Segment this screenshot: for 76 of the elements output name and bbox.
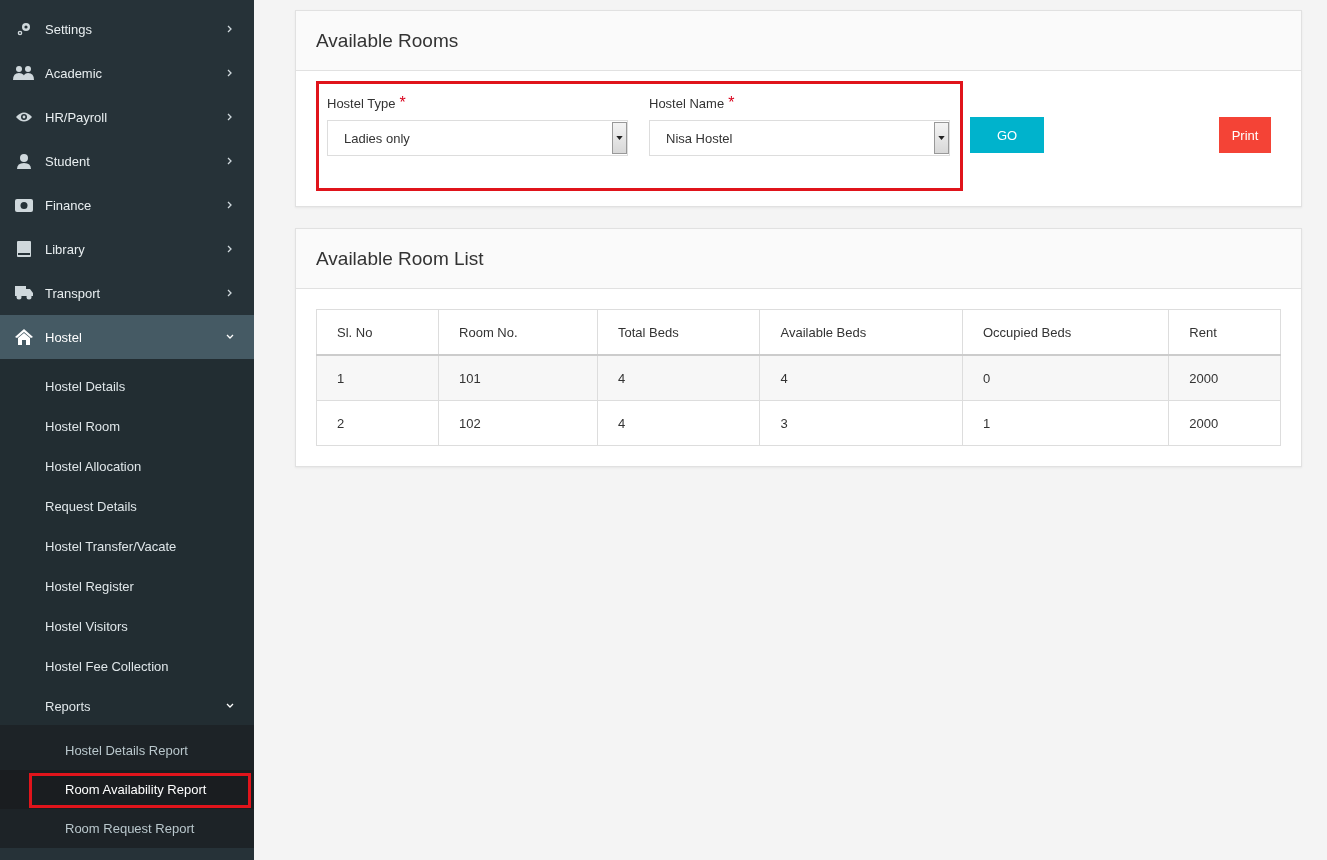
menu-label: Finance [45,197,93,213]
table-cell: 4 [597,400,760,446]
menu-label: Academic [45,65,104,81]
menu-label: Hostel Visitors [45,618,129,634]
table-cell: 4 [597,355,760,401]
menu-label: Reports [45,698,92,714]
table-cell: 0 [962,355,1169,401]
submenu-item[interactable]: Hostel Room [0,406,254,446]
chevron-right-icon [226,289,234,297]
menu-label: Hostel Allocation [45,458,143,474]
chevron-right-icon [226,245,234,253]
sidebar-item[interactable]: Transport [0,271,254,315]
table-cell: 2000 [1168,400,1281,446]
chevron-right-icon [226,69,234,77]
table-cell: 101 [438,355,598,401]
report-link[interactable]: Hostel Details Report [0,731,254,770]
menu-label: Hostel Details [45,378,127,394]
submenu-item[interactable]: Hostel Transfer/Vacate [0,526,254,566]
truck-icon [13,286,35,300]
menu-label: Transport [45,285,102,301]
sidebar-item[interactable]: Library [0,227,254,271]
report-link[interactable]: Room Availability Report [0,770,254,809]
home-icon [13,329,35,345]
sidebar-item[interactable]: Hostel [0,315,254,359]
menu-label: Library [45,241,86,257]
table-cell: 102 [438,400,598,446]
dropdown-arrow-icon [616,136,623,140]
menu-label: Room Request Report [65,821,195,836]
sidebar-item[interactable]: HR/Payroll [0,95,254,139]
menu-label: HR/Payroll [45,109,109,125]
table-cell: 1 [962,400,1169,446]
required-mark: * [728,94,735,112]
menu-label: Request Details [45,498,138,514]
print-button[interactable]: Print [1219,117,1271,153]
table-cell: 1 [316,355,439,401]
chevron-down-icon [226,333,234,341]
chevron-right-icon [226,25,234,33]
chevron-right-icon [226,157,234,165]
submenu-item[interactable]: Hostel Details [0,366,254,406]
dropdown[interactable]: Ladies only [327,120,628,156]
table-cell: 3 [760,400,963,446]
table-cell: 2000 [1168,355,1281,401]
menu-label: Hostel Room [45,418,122,434]
chevron-down-icon [226,702,234,710]
menu-label: Hostel Fee Collection [45,658,170,674]
dropdown-arrow-icon [938,136,945,140]
cash-icon [13,198,35,212]
chevron-right-icon [226,201,234,209]
table-cell: 4 [760,355,963,401]
submenu-item[interactable]: Request Details [0,486,254,526]
dropdown[interactable]: Nisa Hostel [649,120,950,156]
people-icon [13,65,35,81]
menu-label: Hostel [45,329,83,345]
card-title: Available Rooms [316,29,459,52]
field-label: Hostel Type [327,96,396,111]
sidebar-item[interactable]: Finance [0,183,254,227]
menu-label: Settings [45,21,93,37]
menu-label: Room Availability Report [65,782,207,797]
submenu-item[interactable]: Hostel Visitors [0,606,254,646]
required-mark: * [399,94,406,112]
chevron-right-icon [226,113,234,121]
sidebar-item[interactable]: Student [0,139,254,183]
submenu-item[interactable]: Hostel Fee Collection [0,646,254,686]
menu-label: Hostel Transfer/Vacate [45,538,178,554]
submenu-item[interactable]: Hostel Register [0,566,254,606]
report-link[interactable]: Room Request Report [0,809,254,848]
submenu-item[interactable]: Reports [0,686,254,726]
card-title: Available Room List [316,247,484,270]
sidebar-item[interactable]: Settings [0,7,254,51]
menu-label: Hostel Details Report [65,743,188,758]
menu-label: Hostel Register [45,578,135,594]
table-cell: 2 [316,400,439,446]
sidebar-item[interactable]: Academic [0,51,254,95]
menu-label: Student [45,153,91,169]
field-label: Hostel Name [649,96,725,111]
submenu-item[interactable]: Hostel Allocation [0,446,254,486]
